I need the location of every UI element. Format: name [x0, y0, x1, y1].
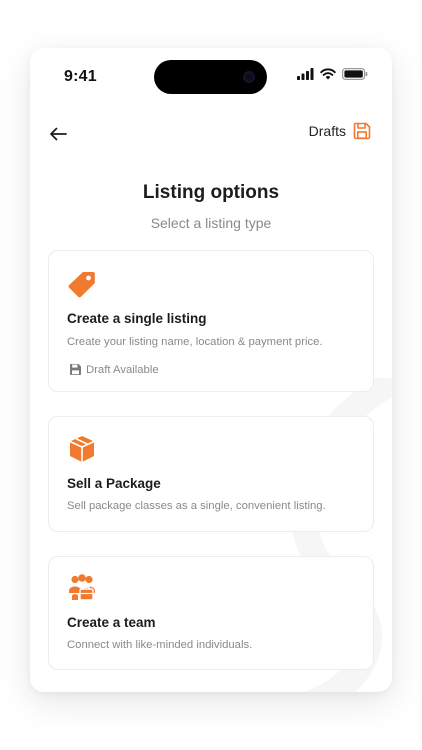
page-title: Listing options: [142, 182, 280, 203]
wifi-icon: [320, 68, 336, 80]
back-button[interactable]: [46, 122, 70, 146]
option-title: Create a single listing: [67, 311, 207, 326]
draft-available-label: Draft Available: [86, 363, 159, 376]
tag-icon: [68, 272, 95, 298]
top-nav: Drafts: [30, 118, 392, 148]
option-card-create-team[interactable]: Create a team Connect with like-minded i…: [48, 556, 374, 670]
status-time: 9:41: [64, 68, 97, 85]
package-box-icon: [69, 436, 95, 462]
option-card-sell-package[interactable]: Sell a Package Sell package classes as a…: [48, 416, 374, 532]
status-bar: 9:41: [30, 48, 392, 106]
battery-icon: [342, 68, 368, 80]
drafts-button[interactable]: Drafts: [309, 121, 372, 141]
signal-icon: [297, 68, 314, 80]
draft-available-badge: Draft Available: [69, 363, 159, 376]
save-floppy-icon: [353, 122, 371, 140]
camera-dot: [243, 71, 255, 83]
option-title: Create a team: [67, 615, 156, 630]
drafts-label: Drafts: [308, 123, 346, 139]
dynamic-island: [154, 60, 267, 94]
option-description: Create your listing name, location & pay…: [67, 336, 323, 348]
team-icon: [69, 574, 95, 601]
option-description: Sell package classes as a single, conven…: [67, 500, 326, 512]
floppy-disk-icon: [70, 364, 81, 375]
arrow-left-icon: [50, 127, 67, 141]
status-icons: [297, 68, 368, 80]
option-title: Sell a Package: [67, 476, 161, 491]
option-description: Connect with like-minded individuals.: [67, 639, 253, 651]
option-card-single-listing[interactable]: Create a single listing Create your list…: [48, 250, 374, 392]
page-subtitle: Select a listing type: [150, 215, 272, 231]
phone-screen: 9:41 Drafts Listing options Select a lis…: [30, 48, 392, 692]
